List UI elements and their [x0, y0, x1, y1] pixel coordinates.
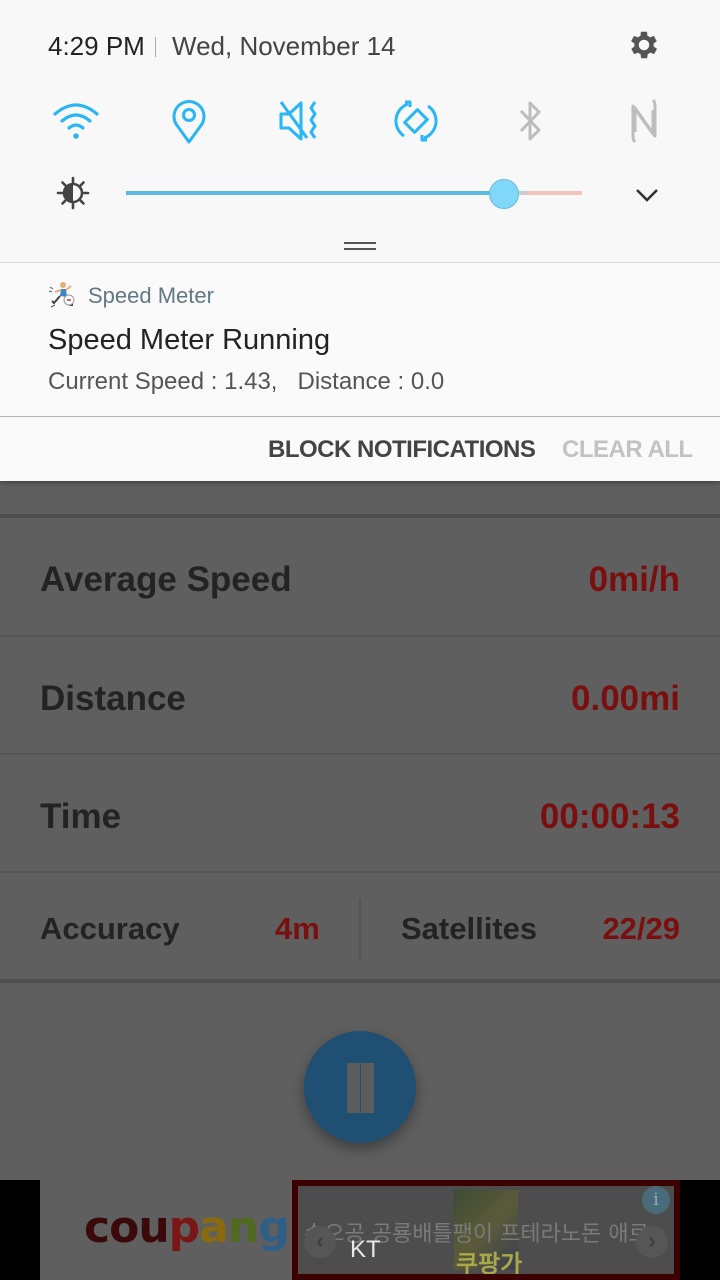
notification-card[interactable]: Speed Meter Speed Meter Running Current … [0, 263, 720, 417]
brightness-slider[interactable] [126, 178, 582, 209]
accuracy-satellites-row: Accuracy 4m Satellites 22/29 [0, 873, 720, 983]
accuracy-label: Accuracy [40, 911, 180, 946]
product-ad-content: 손오공 공룡배틀팽이 프테라노돈 애로 ‹ › KT 쿠팡가 i [298, 1186, 674, 1274]
average-speed-value: 0mi/h [588, 560, 680, 599]
distance-row: Distance 0.00mi [0, 637, 720, 755]
clock: 4:29 PM [48, 31, 145, 61]
brightness-thumb[interactable] [489, 179, 519, 209]
ad-brand-label: 쿠팡가 [456, 1250, 523, 1274]
runner-app-icon [48, 282, 75, 308]
brightness-track-filled [126, 191, 504, 195]
wifi-tile[interactable] [51, 98, 101, 144]
location-tile[interactable] [164, 98, 214, 144]
pause-icon-bar [361, 1063, 374, 1113]
time-value: 00:00:13 [539, 797, 680, 836]
sound-tile[interactable] [277, 98, 327, 144]
logo-letter: g [258, 1202, 289, 1253]
logo-letter: a [199, 1202, 229, 1253]
vibrate-mute-icon [279, 101, 317, 141]
distance-label: Distance [40, 679, 186, 718]
notification-app-name: Speed Meter [88, 283, 214, 308]
block-notifications-button[interactable]: BLOCK NOTIFICATIONS [268, 436, 536, 464]
divider [155, 37, 156, 57]
notification-shade: 4:29 PM Wed, November 14 Speed Meter Spe… [0, 0, 720, 481]
nfc-tile[interactable] [619, 98, 669, 144]
ad-banner[interactable]: coupang 손오공 공룡배틀팽이 프테라노돈 애로 ‹ › KT 쿠팡가 i [0, 1180, 720, 1280]
logo-letter: p [168, 1202, 200, 1253]
auto-rotate-tile[interactable] [391, 98, 441, 144]
logo-letter: c [84, 1202, 110, 1253]
coupang-ad[interactable]: coupang [40, 1180, 292, 1280]
settings-gear-icon[interactable] [626, 27, 662, 63]
brightness-icon [56, 176, 90, 210]
brightness-track-high [527, 191, 582, 195]
notification-title: Speed Meter Running [48, 324, 331, 356]
bluetooth-tile[interactable] [505, 98, 555, 144]
satellites-label: Satellites [401, 911, 538, 946]
location-pin-icon [172, 100, 206, 144]
accuracy-value: 4m [275, 911, 320, 946]
drag-handle[interactable] [344, 242, 376, 250]
time-label: Time [40, 797, 122, 836]
auto-rotate-icon [394, 100, 438, 142]
logo-letter: u [138, 1202, 169, 1253]
nfc-icon [631, 98, 657, 144]
satellites-value: 22/29 [602, 911, 680, 946]
bluetooth-icon [519, 101, 541, 141]
date[interactable]: Wed, November 14 [172, 31, 396, 62]
ad-next-arrow-icon[interactable]: › [636, 1226, 668, 1258]
average-speed-label: Average Speed [40, 560, 292, 599]
ad-carrier-label: KT [350, 1236, 381, 1263]
quick-settings-panel: 4:29 PM Wed, November 14 [0, 0, 720, 263]
average-speed-row: Average Speed 0mi/h [0, 518, 720, 637]
distance-value: 0.00mi [571, 679, 680, 718]
pause-button[interactable] [304, 1031, 416, 1143]
time-row: Time 00:00:13 [0, 755, 720, 873]
ad-info-icon[interactable]: i [642, 1186, 670, 1214]
pause-icon [347, 1063, 360, 1113]
product-ad[interactable]: 손오공 공룡배틀팽이 프테라노돈 애로 ‹ › KT 쿠팡가 i [292, 1180, 680, 1280]
ad-prev-arrow-icon[interactable]: ‹ [304, 1226, 336, 1258]
wifi-icon [53, 103, 99, 139]
row-divider [359, 899, 361, 961]
logo-letter: o [109, 1202, 139, 1253]
coupang-logo: coupang [84, 1202, 290, 1253]
clear-all-button[interactable]: CLEAR ALL [562, 436, 693, 464]
notification-actions: BLOCK NOTIFICATIONS CLEAR ALL [0, 418, 720, 481]
chevron-down-icon[interactable] [632, 180, 662, 210]
notification-text: Current Speed : 1.43, Distance : 0.0 [48, 368, 445, 395]
logo-letter: n [227, 1202, 259, 1253]
